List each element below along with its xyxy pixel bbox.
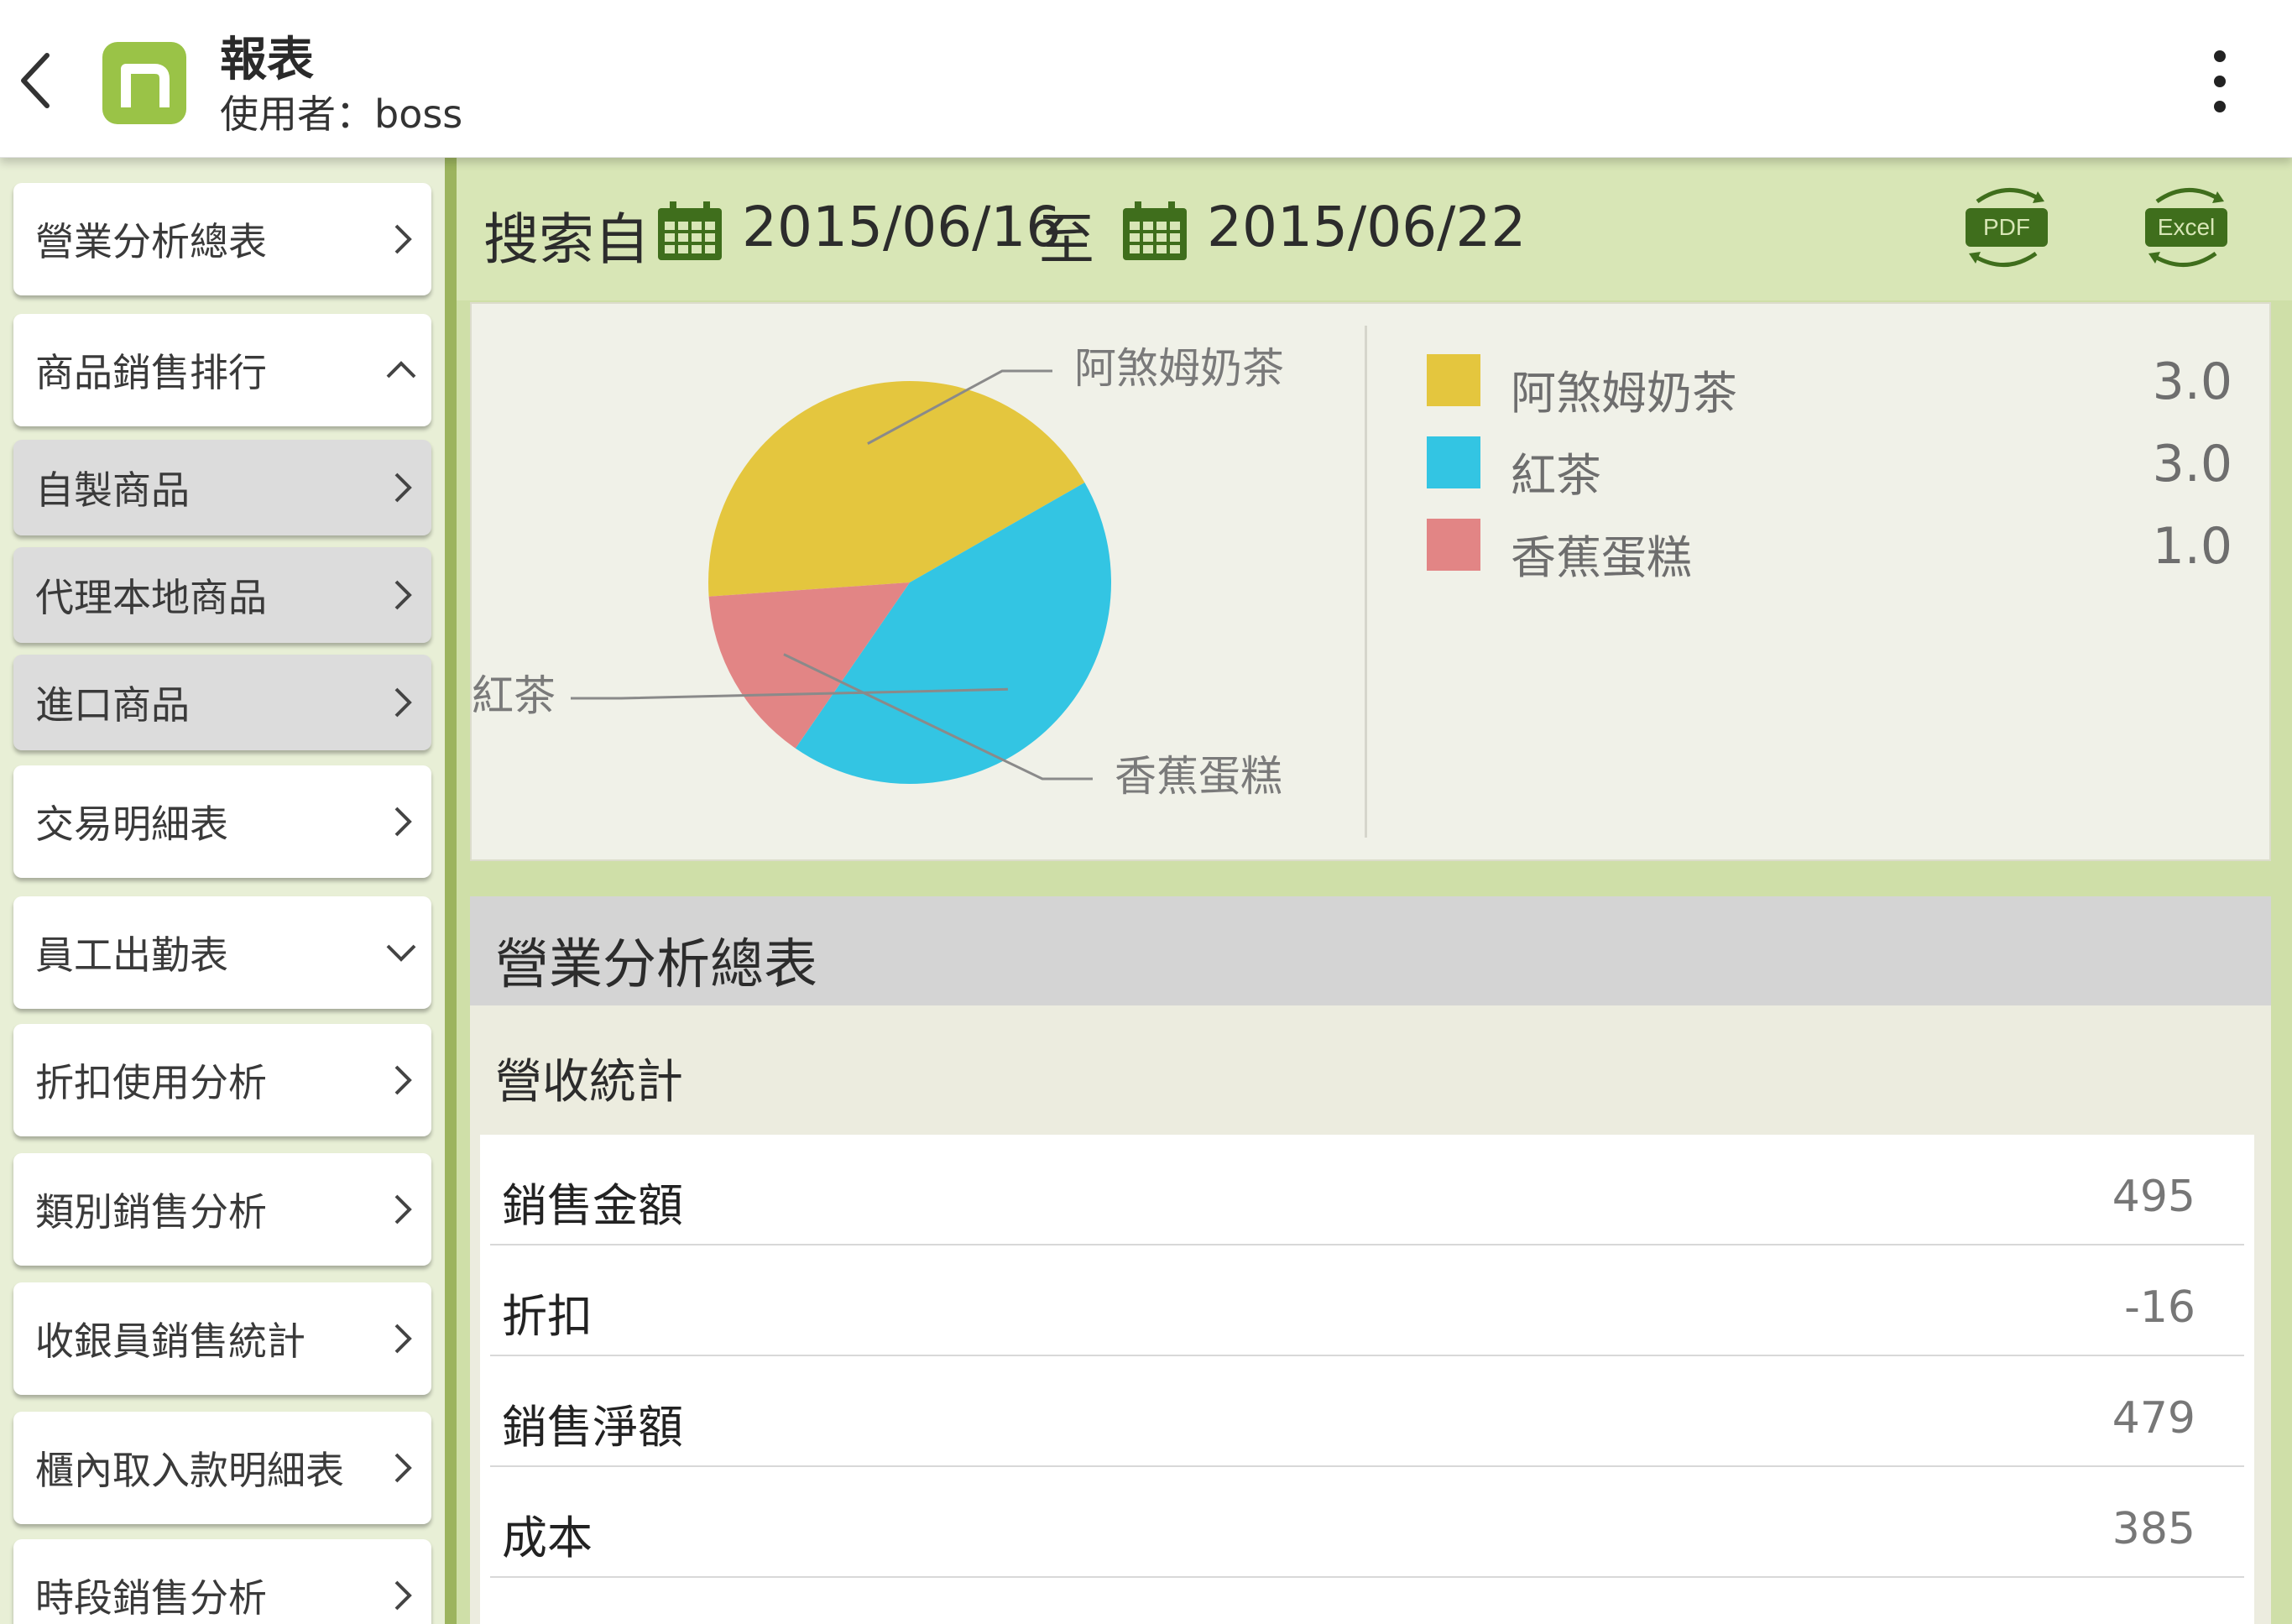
nav-item-label: 類別銷售分析 [35,1189,267,1235]
legend-swatch [1427,519,1480,571]
nav-item-time-period-sales[interactable]: 時段銷售分析 [13,1539,431,1624]
summary-title: 營業分析總表 [495,934,817,996]
nav-item-label: 自製商品 [35,467,190,513]
nav-item-label: 時段銷售分析 [35,1575,267,1621]
back-button[interactable] [8,45,67,116]
nav-item-category-sales[interactable]: 類別銷售分析 [13,1153,431,1266]
nav-item-product-ranking[interactable]: 商品銷售排行 [13,314,431,426]
legend-value: 1.0 [2152,517,2232,576]
chevron-right-icon [394,1324,412,1354]
chevron-right-icon [394,473,412,503]
nav-item-label: 商品銷售排行 [35,350,267,395]
app-logo-icon [121,64,170,107]
chevron-right-icon [394,1453,412,1483]
legend-value: 3.0 [2152,435,2232,493]
nav-item-label: 收銀員銷售統計 [35,1319,305,1364]
legend-swatch [1427,354,1480,406]
nav-item-label: 營業分析總表 [35,219,267,264]
nav-item-own-products[interactable]: 自製商品 [13,440,431,535]
chevron-right-icon [394,807,412,837]
table-row: 銷售金額 495 [480,1135,2254,1245]
row-value: 495 [2112,1172,2195,1222]
legend-item-banana-cake: 香蕉蛋糕 1.0 [1427,514,2232,584]
chevron-right-icon [394,1065,412,1095]
table-row: 折扣 -16 [480,1245,2254,1356]
nav-item-discount-analysis[interactable]: 折扣使用分析 [13,1024,431,1136]
row-label: 成本 [502,1512,593,1564]
nav-item-label: 代理本地商品 [35,575,267,620]
row-divider [490,1576,2244,1578]
chevron-left-icon [21,53,50,108]
legend-label: 紅茶 [1511,449,1601,502]
app-logo [102,42,186,124]
user-label: 使用者：boss [220,91,463,137]
legend-swatch [1427,436,1480,488]
legend-value: 3.0 [2152,352,2232,411]
top-app-bar: 報表 使用者：boss [0,0,2292,158]
nav-item-label: 折扣使用分析 [35,1060,267,1105]
end-date[interactable]: 2015/06/22 [1207,195,1526,259]
nav-item-label: 進口商品 [35,682,190,728]
nav-item-imported-products[interactable]: 進口商品 [13,655,431,750]
row-value: 479 [2112,1393,2195,1444]
chevron-right-icon [394,224,412,254]
row-value: 385 [2112,1504,2195,1554]
chevron-right-icon [394,580,412,610]
product-sales-chart-card: 阿煞姆奶茶 紅茶 香蕉蛋糕 阿煞姆奶茶 3.0 紅茶 3.0 香蕉蛋糕 1.0 [470,302,2271,861]
row-label: 銷售淨額 [502,1401,683,1454]
export-pdf-button[interactable]: PDF [1960,176,2053,277]
legend-label: 阿煞姆奶茶 [1511,367,1737,420]
legend-label: 香蕉蛋糕 [1511,531,1692,584]
table-row: 銷售淨額 479 [480,1356,2254,1467]
report-nav-panel: 營業分析總表 商品銷售排行 自製商品 代理本地商品 進口商品 交易明細表 員工出… [0,158,445,1624]
chevron-right-icon [394,1580,412,1611]
row-value: -16 [2124,1282,2195,1333]
legend-item-milk-tea: 阿煞姆奶茶 3.0 [1427,349,2232,420]
pie-label-black-tea: 紅茶 [472,671,556,720]
chevron-down-icon [386,944,416,962]
calendar-icon[interactable] [1121,201,1188,262]
nav-item-label: 交易明細表 [35,802,228,847]
page-title: 報表 [220,33,314,87]
date-range-bar: 搜索自 2015/06/16 至 2015/06/22 PDF Excel [457,158,2292,300]
nav-item-local-agency-products[interactable]: 代理本地商品 [13,547,431,643]
overflow-menu-button[interactable] [2199,44,2241,119]
start-date[interactable]: 2015/06/16 [742,195,1061,259]
pie-label-milk-tea: 阿煞姆奶茶 [1074,344,1284,393]
nav-item-cash-drawer-details[interactable]: 櫃內取入款明細表 [13,1412,431,1524]
excel-export-icon: Excel [2145,188,2227,267]
chart-legend-divider [1365,326,1367,838]
nav-item-label: 員工出勤表 [35,932,228,978]
pie-label-banana-cake: 香蕉蛋糕 [1115,752,1282,801]
business-summary-card: 營業分析總表 營收統計 銷售金額 495 折扣 -16 銷售淨額 479 成本 … [470,896,2271,1624]
calendar-icon[interactable] [656,201,723,262]
excel-label: Excel [2158,214,2215,240]
chevron-right-icon [394,1194,412,1225]
summary-header: 營業分析總表 [470,896,2271,1005]
pie-chart: 阿煞姆奶茶紅茶香蕉蛋糕 [472,344,1284,801]
table-row: 成本 385 [480,1467,2254,1578]
nav-item-label: 櫃內取入款明細表 [35,1448,344,1493]
nav-item-transaction-details[interactable]: 交易明細表 [13,765,431,878]
chevron-up-icon [386,361,416,379]
pdf-export-icon: PDF [1966,188,2048,267]
nav-item-staff-attendance[interactable]: 員工出勤表 [13,896,431,1009]
row-label: 折扣 [502,1290,593,1343]
search-prefix-label: 搜索自 [483,207,650,272]
report-content: 搜索自 2015/06/16 至 2015/06/22 PDF Excel 阿煞… [457,158,2292,1624]
chevron-right-icon [394,687,412,718]
row-label: 銷售金額 [502,1179,683,1232]
legend-item-black-tea: 紅茶 3.0 [1427,431,2232,502]
revenue-stats-subtitle: 營收統計 [495,1055,683,1110]
panel-divider [445,158,457,1624]
nav-item-business-summary[interactable]: 營業分析總表 [13,183,431,295]
revenue-table: 銷售金額 495 折扣 -16 銷售淨額 479 成本 385 [480,1135,2254,1624]
export-excel-button[interactable]: Excel [2140,176,2232,277]
nav-item-cashier-sales[interactable]: 收銀員銷售統計 [13,1282,431,1395]
pdf-label: PDF [1983,214,2030,240]
date-separator: 至 [1039,207,1094,272]
